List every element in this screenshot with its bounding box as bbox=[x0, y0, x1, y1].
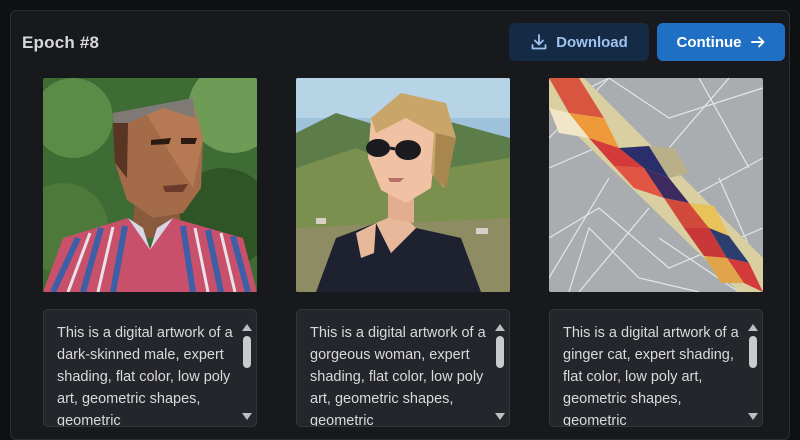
result-card: This is a digital artwork of a dark-skin… bbox=[43, 78, 257, 427]
scroll-up-icon[interactable] bbox=[242, 324, 252, 331]
caption-text: This is a digital artwork of a ginger ca… bbox=[563, 325, 739, 427]
scroll-up-icon[interactable] bbox=[748, 324, 758, 331]
artwork-image[interactable] bbox=[43, 78, 257, 292]
caption-scrollbar[interactable] bbox=[747, 324, 759, 420]
epoch-panel: Epoch #8 Download Continue This is a dig… bbox=[10, 10, 790, 440]
caption-box[interactable]: This is a digital artwork of a ginger ca… bbox=[549, 309, 763, 427]
download-button[interactable]: Download bbox=[509, 23, 649, 61]
download-icon bbox=[530, 33, 548, 51]
caption-scrollbar[interactable] bbox=[494, 324, 506, 420]
artwork-image[interactable] bbox=[549, 78, 763, 292]
scroll-down-icon[interactable] bbox=[495, 413, 505, 420]
scroll-up-icon[interactable] bbox=[495, 324, 505, 331]
artwork-image[interactable] bbox=[296, 78, 510, 292]
scroll-thumb[interactable] bbox=[243, 336, 251, 368]
scroll-thumb[interactable] bbox=[749, 336, 757, 368]
continue-button[interactable]: Continue bbox=[657, 23, 785, 61]
scroll-thumb[interactable] bbox=[496, 336, 504, 368]
arrow-right-icon bbox=[750, 34, 766, 50]
caption-text: This is a digital artwork of a gorgeous … bbox=[310, 325, 486, 427]
result-card: This is a digital artwork of a ginger ca… bbox=[549, 78, 763, 427]
epoch-title: Epoch #8 bbox=[22, 33, 100, 52]
scroll-down-icon[interactable] bbox=[748, 413, 758, 420]
continue-label: Continue bbox=[676, 33, 742, 51]
scroll-down-icon[interactable] bbox=[242, 413, 252, 420]
result-card: This is a digital artwork of a gorgeous … bbox=[296, 78, 510, 427]
download-label: Download bbox=[556, 33, 628, 51]
caption-box[interactable]: This is a digital artwork of a gorgeous … bbox=[296, 309, 510, 427]
caption-box[interactable]: This is a digital artwork of a dark-skin… bbox=[43, 309, 257, 427]
caption-text: This is a digital artwork of a dark-skin… bbox=[57, 325, 233, 427]
caption-scrollbar[interactable] bbox=[241, 324, 253, 420]
